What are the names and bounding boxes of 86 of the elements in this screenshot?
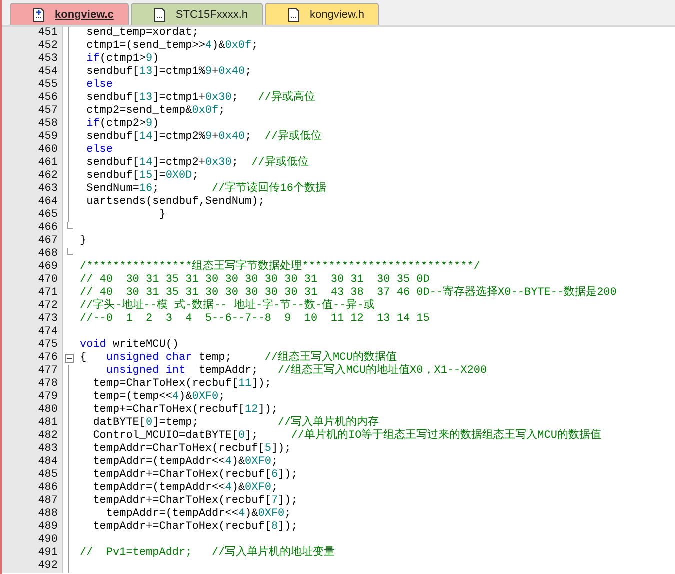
code-line: datBYTE[0]=temp; //写入单片机的内存 — [92, 417, 380, 429]
line-number: 484 — [2, 456, 62, 469]
line-number: 452 — [2, 40, 62, 53]
line-number: 473 — [2, 313, 62, 326]
line-number: 490 — [2, 534, 62, 547]
line-number: 460 — [2, 144, 62, 157]
line-number: 479 — [2, 391, 62, 404]
line-number: 481 — [2, 417, 62, 430]
document-icon — [154, 8, 166, 22]
line-number: 472 — [2, 300, 62, 313]
line-number: 457 — [2, 105, 62, 118]
document-icon — [288, 8, 300, 22]
line-number: 489 — [2, 521, 62, 534]
line-number: 463 — [2, 183, 62, 196]
code-line: tempAddr=(tempAddr<<4)&0XF0; — [92, 482, 278, 495]
line-number: 478 — [2, 378, 62, 391]
code-line: tempAddr+=CharToHex(recbuf[7]); — [92, 495, 298, 508]
file-tab[interactable]: kongview.h — [265, 3, 380, 25]
line-number: 470 — [2, 274, 62, 287]
code-line: { unsigned char temp; //组态王写入MCU的数据值 — [79, 352, 397, 364]
line-number: 482 — [2, 430, 62, 443]
code-line: else — [86, 79, 114, 92]
code-line: send_temp=xordat; — [86, 27, 199, 40]
collapse-icon[interactable] — [64, 354, 74, 363]
line-number: 461 — [2, 157, 62, 170]
line-number: 466 — [2, 222, 62, 235]
code-line: SendNum=16; //字节读回传16个数据 — [86, 183, 326, 196]
code-line: if(ctmp2>9) — [86, 118, 160, 131]
file-tab[interactable]: STC15Fxxxx.h — [130, 3, 264, 25]
code-line: sendbuf[14]=ctmp2+0x30; //异或低位 — [86, 157, 309, 170]
code-line: // 40 30 31 35 31 30 30 30 30 30 31 30 31 30 35 0D — [79, 274, 430, 286]
line-number: 459 — [2, 131, 62, 144]
line-number: 474 — [2, 326, 62, 339]
code-line: tempAddr+=CharToHex(recbuf[6]); — [92, 469, 298, 482]
document-icon — [33, 8, 45, 22]
line-number: 464 — [2, 196, 62, 209]
code-line: tempAddr=(tempAddr<<4)&0XF0; — [92, 456, 278, 469]
code-line: // Pv1=tempAddr; //写入单片机的地址变量 — [79, 547, 336, 560]
code-line: sendbuf[13]=ctmp1%9+0x40; — [86, 66, 252, 79]
code-line: sendbuf[13]=ctmp1+0x30; //异或高位 — [86, 92, 316, 105]
line-number: 483 — [2, 443, 62, 456]
line-number: 488 — [2, 508, 62, 521]
line-number: 491 — [2, 547, 62, 560]
code-line: } — [79, 235, 87, 248]
code-line: unsigned int tempAddr; //组态王写入MCU的地址值X0，X1--X200 — [105, 365, 488, 378]
line-number: 475 — [2, 339, 62, 352]
code-line: } — [158, 209, 166, 222]
line-number: 454 — [2, 66, 62, 79]
line-number: 462 — [2, 170, 62, 183]
code-line: void writeMCU() — [79, 339, 180, 352]
code-line: if(ctmp1>9) — [86, 53, 160, 66]
line-number: 469 — [2, 261, 62, 274]
code-line: temp=CharToHex(recbuf[11]); — [92, 378, 272, 391]
line-number: 492 — [2, 560, 62, 573]
line-number: 455 — [2, 79, 62, 92]
line-number: 477 — [2, 365, 62, 378]
line-number: 471 — [2, 287, 62, 300]
line-number: 465 — [2, 209, 62, 222]
code-line: /****************组态王写字节数据处理**************************/ — [79, 261, 480, 274]
code-line: temp=(temp<<4)&0XF0; — [92, 391, 226, 404]
code-line: tempAddr=(tempAddr<<4)&0XF0; — [105, 508, 292, 521]
line-number: 485 — [2, 469, 62, 482]
code-line: uartsends(sendbuf,SendNum); — [86, 196, 265, 209]
code-line: sendbuf[14]=ctmp2%9+0x40; //异或低位 — [86, 131, 322, 144]
code-line: tempAddr+=CharToHex(recbuf[8]); — [92, 521, 298, 534]
code-line: tempAddr=CharToHex(recbuf[5]); — [92, 443, 292, 456]
code-line: sendbuf[15]=0X0D; — [86, 170, 199, 183]
code-line: ctmp1=(send_temp>>4)&0x0f; — [86, 40, 258, 53]
line-number: 468 — [2, 248, 62, 261]
code-line: //字头-地址--模 式-数据-- 地址-字-节--数-值--异-或 — [79, 300, 375, 313]
line-number: 456 — [2, 92, 62, 105]
code-line: //--0 1 2 3 4 5--6--7--8 9 10 11 12 13 14 15 — [79, 313, 430, 326]
line-number: 458 — [2, 118, 62, 131]
code-line: ctmp2=send_temp&0x0f; — [86, 105, 226, 118]
code-line: // 40 30 31 35 31 30 30 30 30 30 31 43 38 37 46 0D--寄存器选择X0--BYTE--数据是200 — [79, 287, 617, 299]
line-number: 480 — [2, 404, 62, 417]
line-number: 486 — [2, 482, 62, 495]
code-line: temp+=CharToHex(recbuf[12]); — [92, 404, 278, 417]
line-number: 476 — [2, 352, 62, 365]
code-line: Control_MCUIO=datBYTE[0]; //单片机的IO等于组态王写过来的数据组态王写入MCU的数据值 — [92, 430, 602, 443]
line-number: 487 — [2, 495, 62, 508]
line-number: 467 — [2, 235, 62, 248]
line-number: 453 — [2, 53, 62, 66]
code-line: else — [86, 144, 114, 157]
line-number: 451 — [2, 27, 62, 40]
file-tab[interactable]: kongview.c — [10, 3, 129, 25]
